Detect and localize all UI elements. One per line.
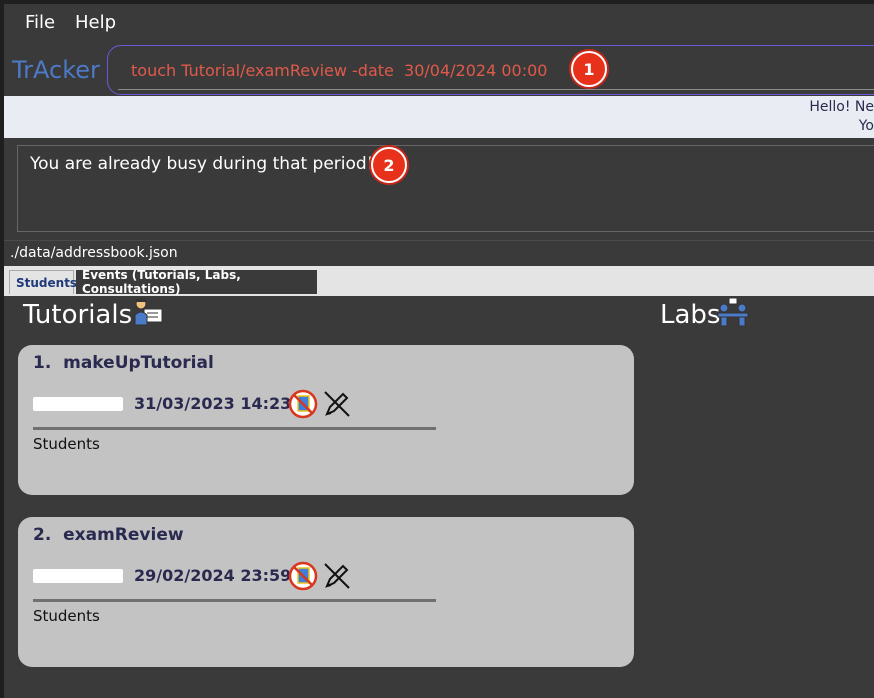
tutorial-divider — [33, 427, 436, 430]
tutorial-date: 29/02/2024 23:59 — [134, 566, 292, 585]
status-file-path: ./data/addressbook.json — [10, 245, 178, 261]
no-document-icon — [288, 561, 318, 591]
greeting-panel: Hello! Ne Yo — [4, 96, 874, 138]
tutorial-tag-bar — [33, 397, 123, 411]
labs-heading: Labs — [660, 300, 721, 330]
pen-crossed-icon — [324, 563, 350, 589]
menu-help[interactable]: Help — [75, 12, 116, 33]
annotation-badge-2: 2 — [371, 147, 407, 183]
tutorial-tag-bar — [33, 569, 123, 583]
tutorial-title: 2. examReview — [33, 525, 184, 545]
command-input-underline — [118, 89, 874, 90]
tutorial-card[interactable]: 2. examReview 29/02/2024 23:59 Students — [18, 517, 634, 667]
menu-file[interactable]: File — [25, 12, 55, 33]
tab-students[interactable]: Students — [9, 270, 78, 294]
tutorial-students-label: Students — [33, 435, 100, 453]
annotation-badge-1: 1 — [571, 51, 607, 87]
no-document-icon — [288, 389, 318, 419]
tab-students-label: Students — [16, 275, 78, 290]
result-message: You are already busy during that period! — [30, 154, 374, 174]
tutorial-card[interactable]: 1. makeUpTutorial 31/03/2023 14:23 Stude… — [18, 345, 634, 495]
app-title: TrAcker — [12, 56, 100, 84]
person-at-board-icon — [134, 298, 163, 326]
command-input-value[interactable]: touch Tutorial/examReview -date 30/04/20… — [131, 61, 547, 80]
tab-events[interactable]: Events (Tutorials, Labs, Consultations) — [76, 268, 317, 296]
tutorial-title: 1. makeUpTutorial — [33, 353, 214, 373]
tutorials-heading: Tutorials — [23, 300, 133, 330]
menu-bar — [4, 4, 874, 44]
greeting-line-1: Hello! Ne — [809, 99, 874, 115]
greeting-line-2: Yo — [858, 118, 874, 134]
tutorial-students-label: Students — [33, 607, 100, 625]
pen-crossed-icon — [324, 391, 350, 417]
tutorial-divider — [33, 599, 436, 602]
people-at-desk-icon — [717, 297, 749, 327]
tutorial-date: 31/03/2023 14:23 — [134, 394, 292, 413]
tab-events-label: Events (Tutorials, Labs, Consultations) — [82, 268, 241, 296]
